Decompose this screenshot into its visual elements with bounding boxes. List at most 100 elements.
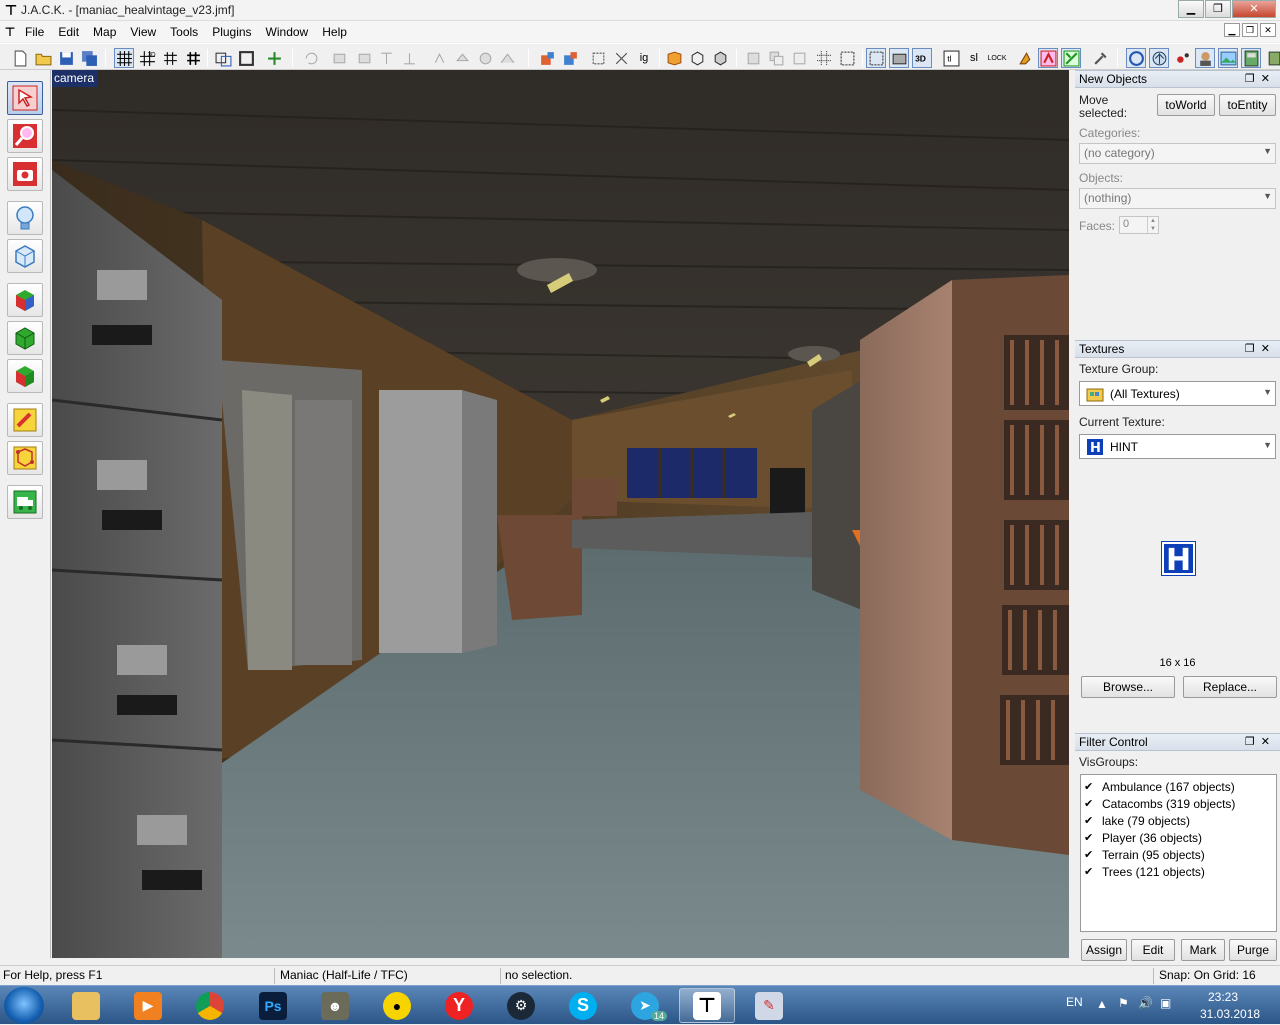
objects-select[interactable]: (nothing) ▼ bbox=[1079, 188, 1276, 209]
explorer-icon[interactable] bbox=[58, 988, 114, 1023]
grid-smaller-icon[interactable] bbox=[160, 48, 180, 68]
mdi-close-button[interactable]: ✕ bbox=[1260, 23, 1276, 37]
faces-spinner[interactable]: 0 ▲ ▼ bbox=[1119, 216, 1159, 234]
visibility-check-icon[interactable]: ✔ bbox=[1084, 865, 1102, 878]
float-icon[interactable]: ❐ bbox=[1245, 73, 1261, 85]
lock-icon[interactable]: LOCK bbox=[987, 48, 1007, 68]
texture-group-select[interactable]: (All Textures) ▼ bbox=[1079, 381, 1276, 406]
image-icon[interactable] bbox=[1218, 48, 1238, 68]
decal-icon[interactable] bbox=[1172, 48, 1192, 68]
selection-tool-icon[interactable] bbox=[7, 81, 43, 115]
list-item[interactable]: ✔ Ambulance (167 objects) bbox=[1084, 778, 1276, 795]
jack-icon[interactable]: ⊤ bbox=[679, 988, 735, 1023]
flip-icon[interactable] bbox=[429, 48, 449, 68]
view-3d-icon[interactable] bbox=[687, 48, 707, 68]
decal-tool-icon[interactable] bbox=[7, 359, 43, 393]
visibility-check-icon[interactable]: ✔ bbox=[1084, 814, 1102, 827]
mark-button[interactable]: Mark bbox=[1181, 939, 1225, 961]
visibility-check-icon[interactable]: ✔ bbox=[1084, 848, 1102, 861]
undo-icon[interactable] bbox=[300, 48, 320, 68]
checker-icon[interactable] bbox=[814, 48, 834, 68]
new-file-icon[interactable] bbox=[10, 48, 30, 68]
menu-window[interactable]: Window bbox=[259, 25, 316, 39]
carve-icon[interactable] bbox=[213, 48, 233, 68]
skype-icon[interactable]: S bbox=[555, 988, 611, 1023]
visgroups-list[interactable]: ✔ Ambulance (167 objects) ✔ Catacombs (319… bbox=[1080, 774, 1277, 932]
language-indicator[interactable]: EN bbox=[1066, 995, 1083, 1009]
hide-icon[interactable] bbox=[497, 48, 517, 68]
volume-icon[interactable]: 🔊 bbox=[1138, 996, 1153, 1010]
entity-light-tool-icon[interactable] bbox=[7, 201, 43, 235]
grid-larger-icon[interactable] bbox=[183, 48, 203, 68]
align-bottom-icon[interactable] bbox=[399, 48, 419, 68]
close-icon[interactable]: ✕ bbox=[1261, 736, 1276, 748]
list-item[interactable]: ✔ Catacombs (319 objects) bbox=[1084, 795, 1276, 812]
menu-help[interactable]: Help bbox=[315, 25, 354, 39]
sphere-icon[interactable] bbox=[1149, 48, 1169, 68]
clock-time[interactable]: 23:23 bbox=[1208, 990, 1238, 1004]
float-icon[interactable]: ❐ bbox=[1245, 343, 1261, 355]
grid-icon[interactable] bbox=[114, 48, 134, 68]
save-icon[interactable] bbox=[56, 48, 76, 68]
hollow-icon[interactable] bbox=[236, 48, 256, 68]
block-tool-icon[interactable] bbox=[7, 239, 43, 273]
viewport-label[interactable]: camera bbox=[52, 70, 99, 87]
texture-app-icon[interactable] bbox=[710, 48, 730, 68]
magnify-tool-icon[interactable] bbox=[7, 119, 43, 153]
edit-button[interactable]: Edit bbox=[1131, 939, 1175, 961]
select-objects-icon[interactable] bbox=[866, 48, 886, 68]
to-entity-button[interactable]: toEntity bbox=[1219, 94, 1276, 116]
document-system-menu-icon[interactable]: ⊤ bbox=[2, 25, 18, 39]
start-button[interactable] bbox=[4, 987, 44, 1024]
camera-tool-icon[interactable] bbox=[7, 157, 43, 191]
menu-map[interactable]: Map bbox=[86, 25, 123, 39]
photoshop-icon[interactable]: Ps bbox=[245, 988, 301, 1023]
sl-icon[interactable]: sl bbox=[964, 48, 984, 68]
jack-app-icon[interactable]: ⊤ bbox=[3, 2, 19, 18]
maximize-button[interactable]: ❐ bbox=[1205, 0, 1231, 18]
gimp-icon[interactable]: ☻ bbox=[307, 988, 363, 1023]
chrome-icon[interactable] bbox=[182, 988, 238, 1023]
visibility-check-icon[interactable]: ✔ bbox=[1084, 831, 1102, 844]
menu-tools[interactable]: Tools bbox=[163, 25, 205, 39]
align-right-icon[interactable] bbox=[353, 48, 373, 68]
compile-icon[interactable] bbox=[1038, 48, 1058, 68]
open-file-icon[interactable] bbox=[33, 48, 53, 68]
entity-icon[interactable] bbox=[537, 48, 557, 68]
clip-tool-icon[interactable] bbox=[7, 403, 43, 437]
spinner-arrows-icon[interactable]: ▲ ▼ bbox=[1147, 217, 1158, 233]
clock-date[interactable]: 31.03.2018 bbox=[1200, 1007, 1260, 1021]
visibility-check-icon[interactable]: ✔ bbox=[1084, 780, 1102, 793]
window-icon[interactable] bbox=[1241, 48, 1261, 68]
telegram-icon[interactable]: ➤ 14 bbox=[617, 988, 673, 1023]
close-button[interactable]: ✕ bbox=[1232, 0, 1276, 18]
texture-lock-icon[interactable] bbox=[264, 48, 284, 68]
apply-texture-tool-icon[interactable] bbox=[7, 321, 43, 355]
ungroup-icon[interactable] bbox=[475, 48, 495, 68]
texture-tool-icon[interactable] bbox=[7, 283, 43, 317]
menu-plugins[interactable]: Plugins bbox=[205, 25, 258, 39]
quick-hide-icon[interactable] bbox=[789, 48, 809, 68]
replace-button[interactable]: Replace... bbox=[1183, 676, 1277, 698]
visibility-check-icon[interactable]: ✔ bbox=[1084, 797, 1102, 810]
assign-button[interactable]: Assign bbox=[1081, 939, 1127, 961]
media-player-icon[interactable]: ▶ bbox=[120, 988, 176, 1023]
tie-icon[interactable] bbox=[560, 48, 580, 68]
align-left-icon[interactable] bbox=[330, 48, 350, 68]
profile-icon[interactable] bbox=[1195, 48, 1215, 68]
current-texture-select[interactable]: H HINT ▼ bbox=[1079, 434, 1276, 459]
list-item[interactable]: ✔ Terrain (95 objects) bbox=[1084, 846, 1276, 863]
tools-icon[interactable] bbox=[1090, 48, 1110, 68]
select-groups-icon[interactable] bbox=[889, 48, 909, 68]
align-top-icon[interactable] bbox=[376, 48, 396, 68]
network-icon[interactable]: ▣ bbox=[1160, 996, 1171, 1010]
hide-objects-icon[interactable] bbox=[743, 48, 763, 68]
purge-button[interactable]: Purge bbox=[1229, 939, 1277, 961]
camera-viewport[interactable]: camera bbox=[52, 70, 1069, 958]
list-item[interactable]: ✔ Player (36 objects) bbox=[1084, 829, 1276, 846]
close-icon[interactable]: ✕ bbox=[1261, 73, 1276, 85]
extra-icon[interactable] bbox=[1264, 48, 1280, 68]
close-icon[interactable]: ✕ bbox=[1261, 343, 1276, 355]
path-tool-icon[interactable] bbox=[7, 485, 43, 519]
tl-icon[interactable]: tl bbox=[941, 48, 961, 68]
